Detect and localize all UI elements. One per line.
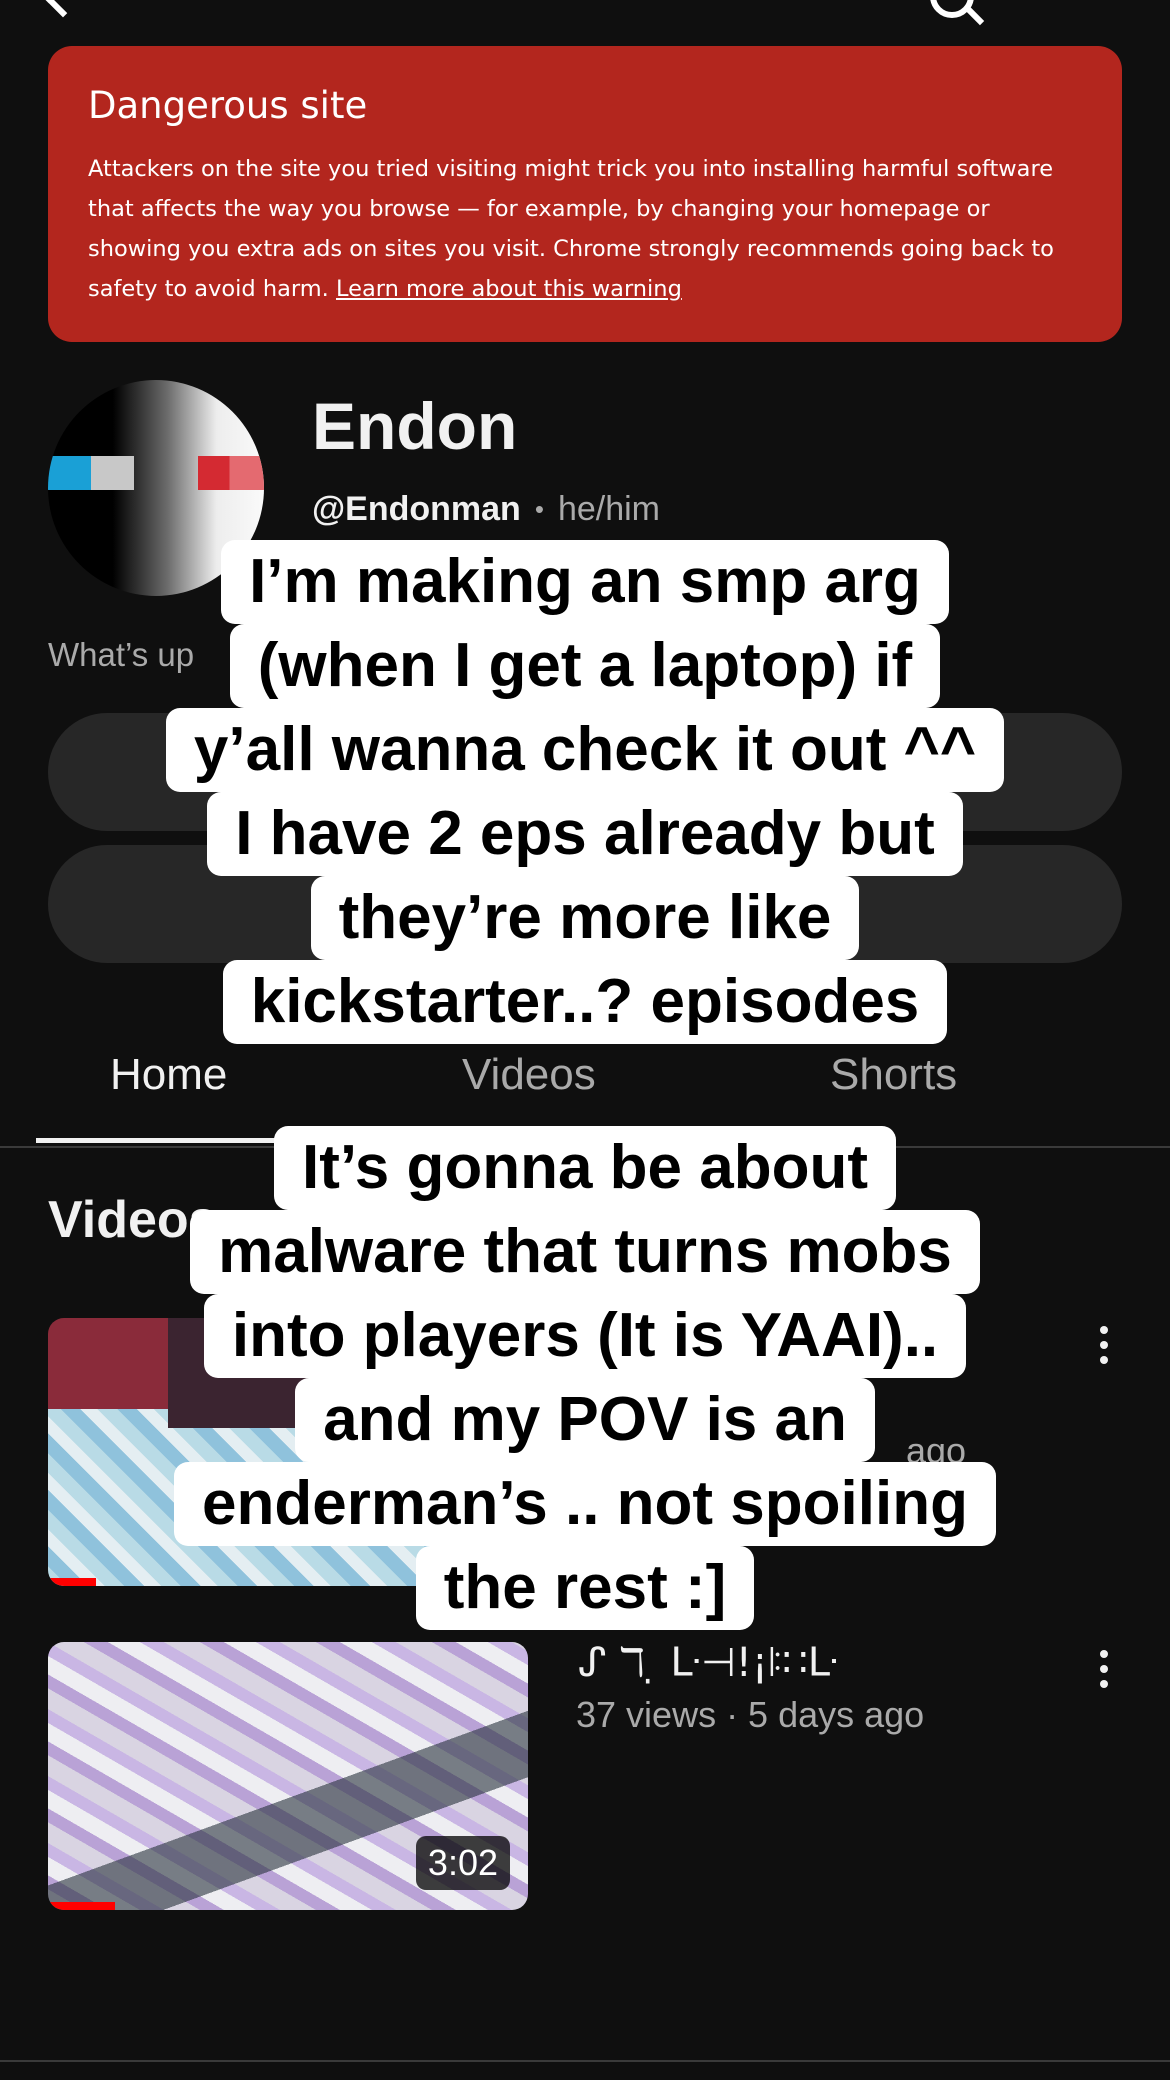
caption-line: I have 2 eps already but (207, 792, 963, 876)
caption-line: y’all wanna check it out ^^ (165, 708, 1005, 792)
caption-line: the rest :] (415, 1546, 755, 1630)
video-thumbnail[interactable]: 3:02 (48, 1642, 528, 1910)
caption-line: I’m making an smp arg (221, 540, 949, 624)
warning-title: Dangerous site (88, 84, 368, 127)
caption-line: into players (It is YAAI).. (203, 1294, 967, 1378)
warning-body: Attackers on the site you tried visiting… (88, 149, 1082, 309)
channel-pronouns: he/him (557, 490, 660, 528)
avatar-eye-right (198, 456, 264, 490)
video-more-icon[interactable] (1100, 1650, 1110, 1690)
learn-more-link[interactable]: Learn more about this warning (336, 276, 682, 302)
tab-home[interactable]: Home (110, 1050, 227, 1100)
tab-videos[interactable]: Videos (462, 1050, 596, 1100)
caption-line: (when I get a laptop) if (229, 624, 941, 708)
watch-progress-bar (48, 1902, 116, 1910)
channel-name: Endon (312, 389, 518, 463)
caption-line: and my POV is an (295, 1378, 875, 1462)
caption-line: kickstarter..? episodes (222, 960, 948, 1044)
overlay-caption-bottom: It’s gonna be about malware that turns m… (0, 1126, 1170, 1630)
caption-line: they’re more like (310, 876, 860, 960)
dangerous-site-warning: Dangerous site Attackers on the site you… (48, 46, 1122, 342)
search-icon[interactable] (930, 0, 974, 18)
bottom-nav-divider (0, 2060, 1170, 2062)
caption-line: malware that turns mobs (190, 1210, 980, 1294)
avatar-eye-left (48, 456, 134, 490)
separator-dot: • (534, 494, 544, 524)
channel-handle-row: @Endonman • he/him (312, 490, 660, 529)
overlay-caption-top: I’m making an smp arg (when I get a lapt… (0, 540, 1170, 1044)
video-duration: 3:02 (415, 1836, 510, 1890)
video-title[interactable]: ᔑ ℸ ̣ ᒷ⊣!¡ꖎ∷ᒷ (578, 1640, 838, 1686)
video-meta: 37 views · 5 days ago (576, 1694, 925, 1735)
back-icon[interactable] (44, 0, 82, 18)
channel-handle: @Endonman (312, 490, 521, 528)
tab-shorts[interactable]: Shorts (830, 1050, 957, 1100)
caption-line: It’s gonna be about (273, 1126, 897, 1210)
caption-line: enderman’s .. not spoiling (174, 1462, 996, 1546)
